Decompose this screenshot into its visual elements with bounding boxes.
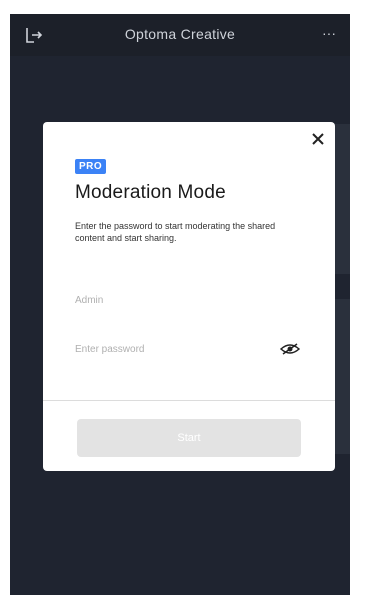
dialog-description: Enter the password to start moderating t… (75, 221, 276, 243)
app-title: Optoma Creative (124, 26, 236, 42)
moderation-dialog: PRO Moderation Mode Enter the password t… (43, 122, 335, 471)
app-window: Optoma Creative ··· PRO Moderation Mode … (10, 14, 350, 595)
divider (43, 400, 335, 401)
admin-field[interactable] (75, 288, 303, 312)
password-field[interactable] (75, 337, 270, 361)
start-button[interactable]: Start (77, 419, 301, 457)
dialog-title: Moderation Mode (75, 182, 226, 203)
pro-badge: PRO (75, 159, 107, 174)
more-options-button[interactable]: ··· (316, 22, 342, 44)
app-header: Optoma Creative ··· (10, 14, 350, 56)
eye-icon[interactable] (279, 342, 301, 356)
close-icon[interactable] (309, 130, 327, 148)
